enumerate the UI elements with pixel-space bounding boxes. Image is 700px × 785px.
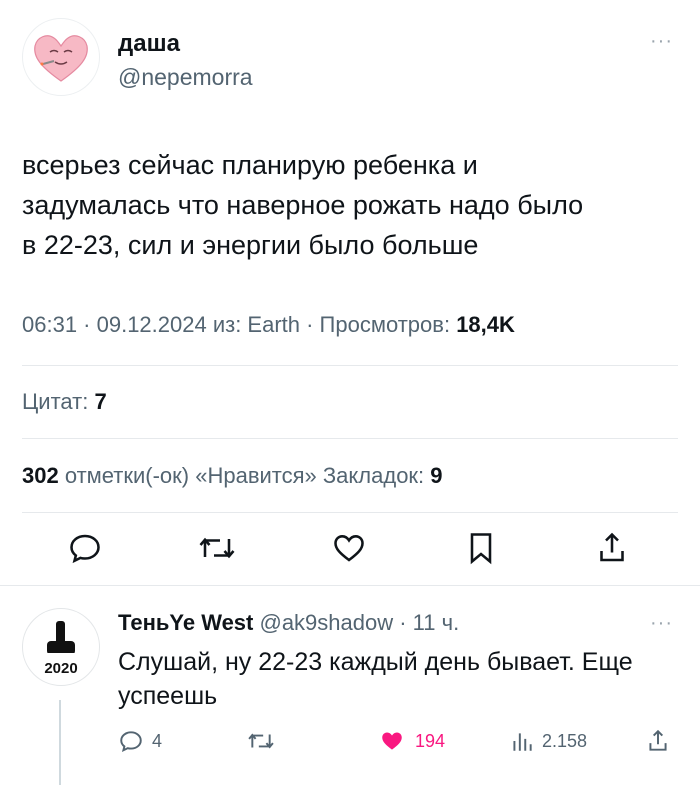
reply-count: 4: [152, 730, 163, 751]
likes-bookmarks-label: отметки(-ок) «Нравится» Закладок:: [58, 463, 431, 488]
bookmarks-count: 9: [430, 463, 443, 488]
divider: [22, 512, 678, 513]
thread-line: [59, 700, 61, 785]
quotes-label: Цитат:: [22, 389, 95, 414]
reply-author-meta[interactable]: @ak9shadow · 11 ч.: [253, 610, 459, 635]
author-handle[interactable]: @nepemorra: [118, 64, 253, 91]
quotes-count: 7: [94, 389, 107, 414]
reply-author-name[interactable]: ТеньYe West: [118, 610, 253, 635]
reply-icon: [120, 731, 142, 752]
divider: [22, 438, 678, 439]
reply-author-avatar[interactable]: 2020: [22, 608, 100, 686]
bookmark-icon[interactable]: [465, 530, 497, 571]
middle-finger-avatar-icon: 2020: [44, 621, 78, 677]
reply-share-button[interactable]: [646, 726, 670, 756]
quotes-stat[interactable]: Цитат: 7: [22, 389, 107, 415]
likes-count: 302: [22, 463, 59, 488]
reply-icon[interactable]: [67, 530, 103, 571]
tweet-metadata: 06:31 · 09.12.2024 из: Earth · Просмотро…: [22, 312, 515, 338]
tweet-text-line: в 22-23, сил и энергии было больше: [22, 230, 479, 260]
retweet-icon[interactable]: [197, 530, 237, 571]
author-avatar[interactable]: [22, 18, 100, 96]
more-options-icon[interactable]: ···: [650, 30, 673, 53]
reply-like-count: 194: [415, 730, 446, 751]
analytics-icon: [513, 733, 532, 751]
tweet-text-line: задумалась что наверное рожать надо было: [22, 190, 584, 220]
avatar-caption: 2020: [44, 660, 77, 677]
timestamp-source: 06:31 · 09.12.2024 из: Earth · Просмотро…: [22, 312, 457, 337]
author-name[interactable]: даша: [118, 30, 180, 58]
views-count: 18,4K: [456, 312, 515, 337]
divider: [22, 365, 678, 366]
reply-more-options-icon[interactable]: ···: [650, 612, 673, 635]
reply-view-count: 2.158: [542, 730, 588, 751]
reply-text: Слушай, ну 22-23 каждый день бывает. Еще…: [118, 648, 633, 710]
like-icon[interactable]: [330, 530, 368, 571]
section-divider: [0, 585, 700, 586]
retweet-icon: [248, 733, 274, 749]
liked-heart-icon: [382, 732, 402, 750]
reply-header: ТеньYe West @ak9shadow · 11 ч.: [118, 610, 459, 636]
heart-avatar-icon: [34, 35, 88, 82]
likes-bookmarks-stat[interactable]: 302 отметки(-ок) «Нравится» Закладок: 9: [22, 463, 443, 489]
tweet-text-line: всерьез сейчас планирую ребенка и: [22, 150, 478, 180]
reply-like-button[interactable]: 194: [377, 726, 445, 756]
reply-reply-button[interactable]: 4: [118, 726, 162, 756]
action-bar: [0, 530, 700, 574]
reply-retweet-button[interactable]: [246, 726, 276, 756]
tweet-text: всерьез сейчас планирую ребенка и задума…: [22, 145, 682, 265]
share-icon: [649, 729, 667, 751]
reply-views-button[interactable]: 2.158: [510, 726, 587, 756]
share-icon[interactable]: [596, 530, 628, 571]
